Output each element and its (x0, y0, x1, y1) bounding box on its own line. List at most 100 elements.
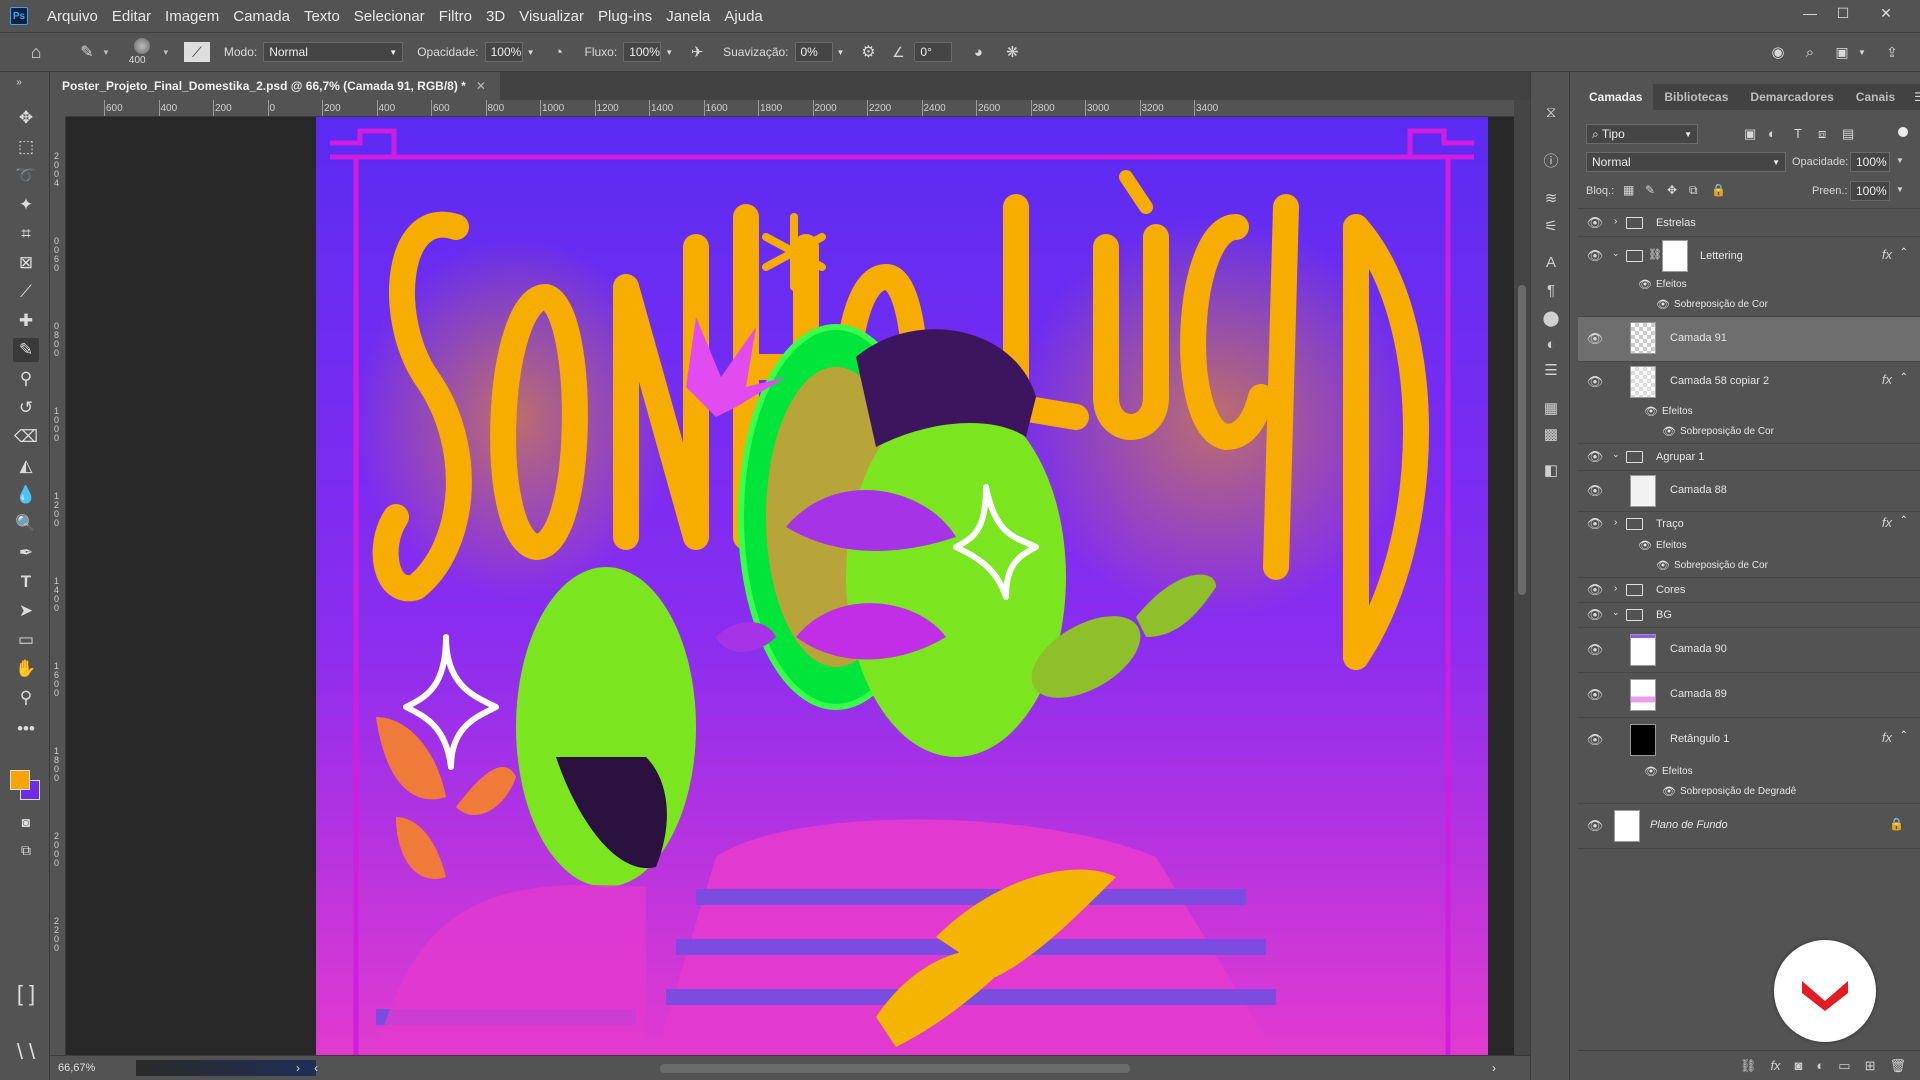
layer-row[interactable]: 👁 Camada 89 (1578, 673, 1920, 717)
layer-row[interactable]: 👁 Retângulo 1 fx ⌃ (1578, 718, 1920, 762)
rectangle-tool-icon[interactable]: ▭ (13, 628, 39, 652)
airbrush-icon[interactable]: ✈ (685, 43, 709, 61)
scrollbar-thumb[interactable] (1518, 285, 1526, 595)
menu-ajuda[interactable]: Ajuda (717, 8, 769, 25)
brush-tool-icon[interactable]: ✎ (13, 338, 39, 362)
chevron-up-icon[interactable]: ⌃ (1900, 247, 1908, 258)
chevron-down-icon[interactable]: ⌄ (1612, 248, 1620, 259)
new-layer-icon[interactable]: ⊞ (1865, 1058, 1876, 1074)
eye-icon[interactable]: 👁 (1586, 607, 1604, 623)
brush-tool-icon[interactable]: ✎ (72, 42, 102, 62)
eye-icon[interactable]: 👁 (1586, 732, 1604, 748)
menu-filtro[interactable]: Filtro (432, 8, 479, 25)
filter-smart-object-icon[interactable]: ▤ (1842, 126, 1854, 142)
pressure-opacity-icon[interactable]: ◔ (547, 44, 571, 61)
menu-imagem[interactable]: Imagem (158, 8, 226, 25)
workspace-icon[interactable]: ▣ (1832, 44, 1852, 61)
horizontal-scrollbar-thumb[interactable] (660, 1064, 1130, 1073)
chevron-down-icon[interactable]: ▼ (837, 48, 845, 57)
filter-adjustment-icon[interactable]: ◐ (1768, 126, 1776, 141)
eye-icon[interactable]: 👁 (1586, 582, 1604, 598)
eye-icon[interactable]: 👁 (1586, 818, 1604, 834)
layer-effect-row[interactable]: 👁 Sobreposição de Degradê (1578, 782, 1920, 802)
slash-shortcut-icon[interactable]: \ \ (10, 1039, 42, 1064)
more-tools-icon[interactable]: ••• (13, 717, 39, 741)
layer-row[interactable]: 👁 ⌄ BG (1578, 603, 1920, 627)
move-tool-icon[interactable]: ✥ (13, 106, 39, 130)
layer-effect-row[interactable]: 👁 Sobreposição de Cor (1578, 422, 1920, 442)
tab-canais[interactable]: Canais (1845, 84, 1906, 110)
eye-icon[interactable]: 👁 (1586, 248, 1604, 264)
eye-icon[interactable]: 👁 (1662, 425, 1676, 438)
eye-icon[interactable]: 👁 (1662, 785, 1676, 798)
history-icon[interactable]: ⧖ (1539, 100, 1563, 124)
path-selection-tool-icon[interactable]: ➤ (13, 599, 39, 623)
chevron-down-icon[interactable]: ▼ (527, 48, 535, 57)
chevron-up-icon[interactable]: ⌃ (1900, 372, 1908, 383)
lock-position-icon[interactable]: ✥ (1667, 183, 1677, 197)
eye-icon[interactable]: 👁 (1656, 298, 1670, 311)
chevron-right-icon[interactable]: › (1614, 517, 1617, 528)
layer-row[interactable]: 👁 › Cores (1578, 578, 1920, 602)
menu-3d[interactable]: 3D (479, 8, 512, 25)
menu-plugins[interactable]: Plug-ins (591, 8, 659, 25)
tool-presets-icon[interactable]: ⚟ (1539, 214, 1563, 238)
pressure-size-icon[interactable]: ◕ (966, 44, 990, 61)
layer-row[interactable]: 👁 ⌄ ⛓ Lettering fx ⌃ (1578, 237, 1920, 275)
chevron-down-icon[interactable]: ▼ (102, 48, 110, 57)
chevron-up-icon[interactable]: ⌃ (1900, 730, 1908, 741)
eye-icon[interactable]: 👁 (1638, 278, 1652, 291)
zoom-tool-icon[interactable]: ⚲ (13, 686, 39, 710)
patterns-icon[interactable]: ▩ (1539, 422, 1563, 446)
menu-camada[interactable]: Camada (226, 8, 297, 25)
chevron-down-icon[interactable]: ▼ (1896, 156, 1904, 165)
layer-opacity-input[interactable]: 100% (1850, 152, 1890, 172)
lock-pixels-icon[interactable]: ✎ (1645, 183, 1655, 197)
info-icon[interactable]: ⓘ (1539, 148, 1563, 172)
search-icon[interactable]: ⌕ (1800, 44, 1820, 61)
foreground-color-swatch[interactable] (10, 770, 30, 790)
filter-type-icon[interactable]: T (1794, 126, 1802, 141)
chevron-down-icon[interactable]: ▼ (1856, 48, 1868, 57)
layer-row[interactable]: 👁 Plano de Fundo 🔒 (1578, 804, 1920, 848)
fx-icon[interactable]: fx (1882, 730, 1892, 745)
chevron-right-icon[interactable]: › (1614, 216, 1617, 227)
menu-selecionar[interactable]: Selecionar (347, 8, 432, 25)
eye-icon[interactable]: 👁 (1586, 516, 1604, 532)
pen-tool-icon[interactable]: ✒ (13, 541, 39, 565)
share-icon[interactable]: ⇪ (1882, 44, 1902, 61)
3d-icon[interactable]: ⬤ (1539, 306, 1563, 330)
paragraph-icon[interactable]: ¶ (1539, 278, 1563, 302)
gradients-icon[interactable]: ◧ (1539, 458, 1563, 482)
eye-icon[interactable]: 👁 (1656, 559, 1670, 572)
menu-texto[interactable]: Texto (297, 8, 347, 25)
filter-shape-icon[interactable]: ⧈ (1818, 126, 1826, 142)
brush-settings-icon[interactable]: ≋ (1539, 186, 1563, 210)
layer-effects-row[interactable]: 👁 Efeitos (1578, 275, 1920, 295)
poster-artwork[interactable] (316, 117, 1488, 1055)
eye-icon[interactable]: 👁 (1586, 215, 1604, 231)
chevron-down-icon[interactable]: ⌄ (1612, 449, 1620, 460)
add-style-icon[interactable]: fx (1770, 1058, 1780, 1073)
fill-input[interactable]: 100% (1850, 181, 1890, 201)
lock-artboard-icon[interactable]: ⧉ (1689, 183, 1698, 198)
history-brush-tool-icon[interactable]: ↺ (13, 396, 39, 420)
chevron-down-icon[interactable]: ▼ (665, 48, 673, 57)
chevron-down-icon[interactable]: ▼ (1896, 185, 1904, 194)
chevron-right-icon[interactable]: › (296, 1061, 300, 1075)
fx-icon[interactable]: fx (1882, 247, 1892, 262)
screen-mode-icon[interactable]: ⧉ (13, 838, 39, 862)
character-icon[interactable]: A (1539, 250, 1563, 274)
layer-row[interactable]: 👁 Camada 58 copiar 2 fx ⌃ (1578, 362, 1920, 402)
smoothing-input[interactable]: 0% (794, 42, 833, 62)
menu-janela[interactable]: Janela (659, 8, 717, 25)
lasso-tool-icon[interactable]: ➰ (13, 164, 39, 188)
layer-effect-row[interactable]: 👁 Sobreposição de Cor (1578, 295, 1920, 315)
document-tab[interactable]: Poster_Projeto_Final_Domestika_2.psd @ 6… (50, 72, 500, 100)
panel-menu-icon[interactable]: ☰ (1906, 84, 1920, 110)
flow-input[interactable]: 100% (623, 42, 662, 62)
fx-icon[interactable]: fx (1882, 515, 1892, 530)
lock-all-icon[interactable]: 🔒 (1711, 183, 1726, 197)
layer-row-selected[interactable]: 👁 Camada 91 (1578, 317, 1920, 361)
blur-tool-icon[interactable]: 💧 (13, 483, 39, 507)
